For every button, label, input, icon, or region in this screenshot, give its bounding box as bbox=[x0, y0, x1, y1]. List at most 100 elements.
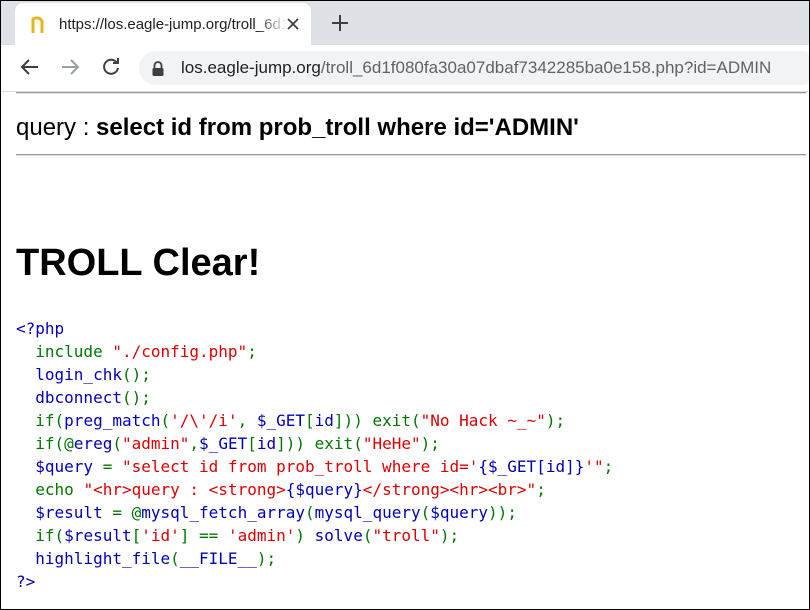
code-token: $_GET bbox=[256, 411, 306, 430]
code-token: ); bbox=[545, 411, 566, 430]
address-bar[interactable]: los.eagle-jump.org/troll_6d1f080fa30a07d… bbox=[139, 51, 809, 85]
code-token: $result bbox=[64, 526, 132, 545]
code-token: ereg bbox=[73, 434, 113, 453]
code-token: "./config.php" bbox=[112, 342, 248, 361]
code-token: {$_GET[id]} bbox=[478, 457, 585, 476]
reload-icon[interactable] bbox=[101, 57, 121, 77]
code-token: "troll" bbox=[372, 526, 440, 545]
favicon-icon bbox=[31, 16, 44, 33]
code-token: "admin" bbox=[121, 434, 190, 453]
code-token: ( bbox=[420, 503, 431, 522]
url-path: /troll_6d1f080fa30a07dbaf7342285ba0e158.… bbox=[320, 58, 772, 77]
code-token: )); bbox=[488, 503, 517, 522]
clear-message: TROLL Clear! bbox=[16, 242, 261, 284]
code-token: ) bbox=[295, 526, 315, 545]
code-token: = bbox=[102, 457, 122, 476]
close-icon[interactable] bbox=[285, 16, 301, 32]
tab-title: https://los.eagle-jump.org/troll_6d1f080… bbox=[59, 16, 287, 33]
code-line: dbconnect(); bbox=[16, 386, 806, 409]
tab-strip: https://los.eagle-jump.org/troll_6d1f080… bbox=[1, 1, 809, 45]
code-line: if(preg_match('/\'/i', $_GET[id])) exit(… bbox=[16, 409, 806, 432]
code-line: include "./config.php"; bbox=[16, 340, 806, 363]
code-token: ?> bbox=[16, 572, 36, 591]
code-token: highlight_file bbox=[16, 549, 171, 568]
code-line: <?php bbox=[16, 317, 806, 340]
toolbar: los.eagle-jump.org/troll_6d1f080fa30a07d… bbox=[1, 45, 809, 92]
code-token: ])) exit( bbox=[333, 411, 421, 430]
divider bbox=[16, 154, 806, 156]
code-token: '/\'/i' bbox=[170, 411, 238, 430]
code-token: ( bbox=[112, 434, 122, 453]
code-line: $query = "select id from prob_troll wher… bbox=[16, 455, 806, 478]
code-token: = @ bbox=[112, 503, 142, 522]
lock-icon[interactable] bbox=[151, 61, 165, 77]
code-token: "No Hack ~_~" bbox=[420, 411, 546, 430]
code-line: echo "<hr>query : <strong>{$query}</stro… bbox=[16, 478, 806, 501]
code-line: if(@ereg("admin",$_GET[id])) exit("HeHe"… bbox=[16, 432, 806, 455]
code-token: ( bbox=[160, 411, 171, 430]
code-token: (); bbox=[121, 388, 151, 407]
code-token: "HeHe" bbox=[362, 434, 421, 453]
back-icon[interactable] bbox=[20, 57, 40, 77]
code-token: ( bbox=[305, 503, 315, 522]
page-content: query : select id from prob_troll where … bbox=[16, 92, 806, 593]
code-token: [ bbox=[131, 526, 142, 545]
url-text[interactable]: los.eagle-jump.org/troll_6d1f080fa30a07d… bbox=[181, 58, 771, 78]
code-token: preg_match bbox=[64, 411, 161, 430]
code-line: highlight_file(__FILE__); bbox=[16, 547, 806, 570]
code-token: (); bbox=[121, 365, 151, 384]
code-token: solve bbox=[314, 526, 363, 545]
code-token: ( bbox=[170, 549, 180, 568]
code-token: ; bbox=[603, 457, 614, 476]
code-line: if($result['id'] == 'admin') solve("trol… bbox=[16, 524, 806, 547]
code-token: 'id' bbox=[141, 526, 180, 545]
code-token: ); bbox=[420, 434, 440, 453]
tab-active[interactable]: https://los.eagle-jump.org/troll_6d1f080… bbox=[15, 3, 311, 45]
code-token: ); bbox=[439, 526, 460, 545]
code-token: include bbox=[35, 342, 113, 361]
query-value: select id from prob_troll where id='ADMI… bbox=[96, 114, 579, 141]
code-token: , bbox=[189, 434, 200, 453]
query-line: query : select id from prob_troll where … bbox=[16, 114, 806, 142]
code-token: id bbox=[256, 434, 277, 453]
code-token: if( bbox=[35, 411, 65, 430]
code-token: [ bbox=[247, 434, 257, 453]
code-token: $query bbox=[430, 503, 489, 522]
forward-icon[interactable] bbox=[60, 57, 80, 77]
code-token: "<hr>query : <strong> bbox=[83, 480, 286, 499]
code-token: $_GET bbox=[199, 434, 248, 453]
code-token: login_chk bbox=[16, 365, 122, 384]
code-line: $result = @mysql_fetch_array(mysql_query… bbox=[16, 501, 806, 524]
code-line: ?> bbox=[16, 570, 806, 593]
code-token: $result bbox=[16, 503, 113, 522]
code-token: ])) exit( bbox=[276, 434, 363, 453]
code-token: , bbox=[237, 411, 257, 430]
code-token: if(@ bbox=[35, 434, 74, 453]
code-token: ] == bbox=[179, 526, 228, 545]
code-token: {$query} bbox=[285, 480, 363, 499]
code-token: ; bbox=[536, 480, 546, 499]
code-token: if( bbox=[35, 526, 65, 545]
url-host: los.eagle-jump.org bbox=[181, 58, 321, 77]
code-line: login_chk(); bbox=[16, 363, 806, 386]
code-token: <?php bbox=[16, 319, 65, 338]
code-token: mysql_query bbox=[314, 503, 421, 522]
browser-window: https://los.eagle-jump.org/troll_6d1f080… bbox=[0, 0, 810, 610]
code-token: id bbox=[314, 411, 334, 430]
divider bbox=[16, 92, 806, 94]
code-token: '" bbox=[584, 457, 604, 476]
code-token: [ bbox=[305, 411, 315, 430]
code-token: __FILE__ bbox=[179, 549, 257, 568]
code-token: echo bbox=[35, 480, 84, 499]
code-token: </strong><hr><br>" bbox=[362, 480, 537, 499]
plus-icon[interactable] bbox=[331, 14, 349, 32]
code-token: ); bbox=[256, 549, 277, 568]
code-token: "select id from prob_troll where id=' bbox=[121, 457, 479, 476]
code-token: 'admin' bbox=[227, 526, 296, 545]
code-token: $query bbox=[16, 457, 103, 476]
